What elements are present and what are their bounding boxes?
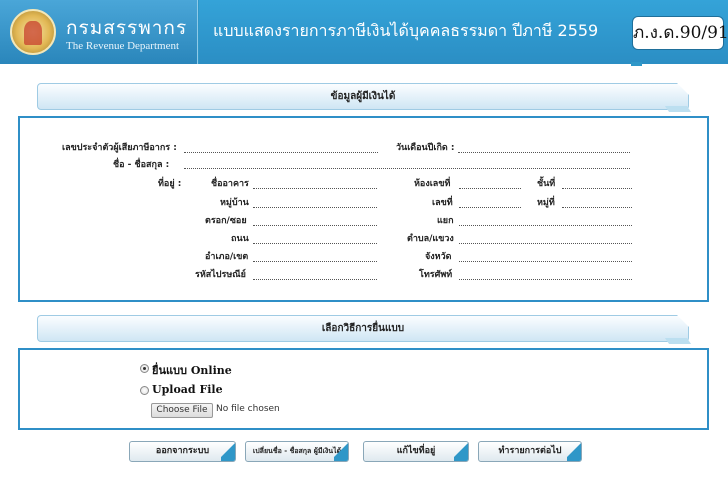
address-label: ที่อยู่ : xyxy=(158,179,182,189)
birthdate-label: วันเดือนปีเกิด : xyxy=(396,143,455,153)
soi-label: ตรอก/ซอย xyxy=(205,216,247,226)
form-code-badge: ภ.ง.ด.90/91 xyxy=(632,16,728,50)
house-no-value xyxy=(459,207,521,208)
filing-method-panel xyxy=(18,348,709,430)
birthdate-value xyxy=(458,152,630,153)
taxpayer-section-heading: ข้อมูลผู้มีเงินได้ xyxy=(37,82,690,110)
subdistrict-label: ตำบล/แขวง xyxy=(407,234,454,244)
road-label: ถนน xyxy=(231,234,249,244)
district-label: อำเภอ/เขต xyxy=(205,252,249,262)
logout-button-label: ออกจากระบบ xyxy=(155,446,210,456)
upload-radio[interactable] xyxy=(140,386,149,395)
road-value xyxy=(253,243,377,244)
change-name-button-label: เปลี่ยนชื่อ - ชื่อสกุล ผู้มีเงินได้ xyxy=(252,447,342,455)
postcode-label: รหัสไปรษณีย์ xyxy=(195,270,246,280)
edit-address-button-label: แก้ไขที่อยู่ xyxy=(396,446,436,456)
phone-label: โทรศัพท์ xyxy=(419,270,453,280)
district-value xyxy=(253,261,377,262)
edit-address-button[interactable]: แก้ไขที่อยู่ xyxy=(363,441,469,462)
upload-option-label[interactable]: Upload File xyxy=(152,383,223,396)
soi-value xyxy=(253,225,377,226)
postcode-value xyxy=(253,279,377,280)
village-label: หมู่บ้าน xyxy=(220,198,249,208)
page-title: แบบแสดงรายการภาษีเงินได้บุคคลธรรมดา ปีภา… xyxy=(213,21,599,40)
house-no-label: เลขที่ xyxy=(432,198,453,208)
revenue-seal-icon xyxy=(10,9,56,55)
province-value xyxy=(459,261,632,262)
filing-section-heading: เลือกวิธีการยื่นแบบ xyxy=(37,314,690,342)
next-button-label: ทำรายการต่อไป xyxy=(498,446,562,456)
agency-name-english: The Revenue Department xyxy=(66,40,180,52)
room-label: ห้องเลขที่ xyxy=(414,179,451,189)
moo-label: หมู่ที่ xyxy=(537,198,555,208)
subdistrict-value xyxy=(459,243,632,244)
tax-id-value xyxy=(184,152,378,153)
room-value xyxy=(459,188,521,189)
logout-button[interactable]: ออกจากระบบ xyxy=(129,441,236,462)
online-option-label[interactable]: ยื่นแบบ Online xyxy=(152,361,232,379)
choose-file-button[interactable]: Choose File xyxy=(151,403,213,418)
tax-id-label: เลขประจำตัวผู้เสียภาษีอากร : xyxy=(62,143,177,153)
filing-section-title: เลือกวิธีการยื่นแบบ xyxy=(321,323,405,334)
form-code-tab xyxy=(631,62,642,66)
building-label: ชื่ออาคาร xyxy=(211,179,249,189)
floor-value xyxy=(562,188,632,189)
online-radio[interactable] xyxy=(140,364,149,373)
taxpayer-section-title: ข้อมูลผู้มีเงินได้ xyxy=(330,91,396,102)
next-button[interactable]: ทำรายการต่อไป xyxy=(478,441,582,462)
junction-label: แยก xyxy=(437,216,454,226)
name-label: ชื่อ - ชื่อสกุล : xyxy=(113,160,170,170)
province-label: จังหวัด xyxy=(425,252,452,262)
logo-block: กรมสรรพากร The Revenue Department xyxy=(0,0,198,64)
change-name-button[interactable]: เปลี่ยนชื่อ - ชื่อสกุล ผู้มีเงินได้ xyxy=(245,441,349,462)
junction-value xyxy=(459,225,632,226)
building-value xyxy=(253,188,377,189)
floor-label: ชั้นที่ xyxy=(537,179,556,189)
village-value xyxy=(253,207,377,208)
agency-name-thai: กรมสรรพากร xyxy=(66,17,188,39)
page-header: กรมสรรพากร The Revenue Department แบบแสด… xyxy=(0,0,728,66)
file-status-text: No file chosen xyxy=(216,404,280,414)
name-value xyxy=(184,168,630,169)
moo-value xyxy=(562,207,632,208)
phone-value xyxy=(459,279,632,280)
